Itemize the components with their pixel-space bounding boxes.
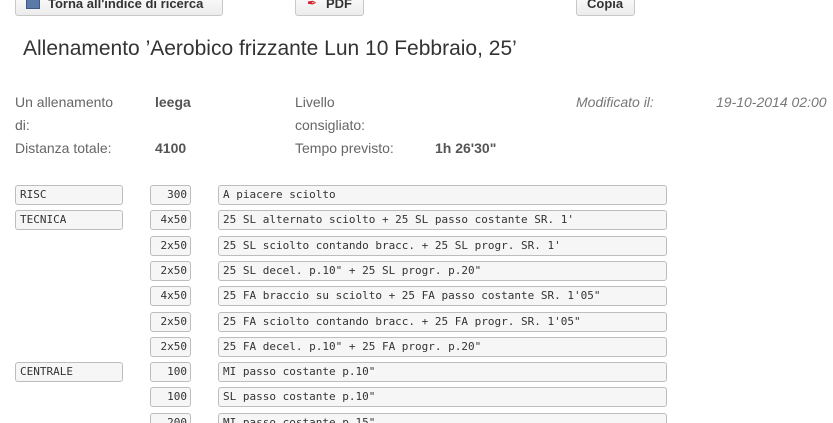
- level-label-line2: consigliato:: [295, 117, 366, 133]
- section-field[interactable]: TECNICA: [15, 210, 123, 230]
- description-field[interactable]: 25 SL decel. p.10" + 25 SL progr. p.20": [218, 261, 667, 281]
- back-to-index-label: Torna all'indice di ricerca: [48, 0, 204, 11]
- author-label-line2: di:: [15, 117, 30, 133]
- pdf-icon: ✒: [306, 0, 318, 10]
- index-icon: [26, 0, 40, 9]
- level-label-line1: Livello: [295, 94, 335, 110]
- distance-field[interactable]: 2x50: [150, 261, 191, 281]
- pdf-button[interactable]: ✒ PDF: [295, 0, 364, 16]
- copy-button[interactable]: Copia: [576, 0, 635, 16]
- description-field[interactable]: A piacere sciolto: [218, 185, 667, 205]
- distance-field[interactable]: 100: [150, 362, 191, 382]
- distance-field[interactable]: 2x50: [150, 236, 191, 256]
- description-field[interactable]: 25 FA decel. p.10" + 25 FA progr. p.20": [218, 337, 667, 357]
- distance-field[interactable]: 4x50: [150, 210, 191, 230]
- distance-field[interactable]: 300: [150, 185, 191, 205]
- workout-page: Torna all'indice di ricerca ✒ PDF Copia …: [0, 0, 833, 423]
- page-title: Allenamento ’Aerobico frizzante Lun 10 F…: [23, 37, 517, 60]
- time-label: Tempo previsto:: [295, 140, 394, 156]
- distance-label: Distanza totale:: [15, 140, 112, 156]
- time-value: 1h 26'30": [435, 140, 497, 156]
- distance-field[interactable]: 4x50: [150, 286, 191, 306]
- pdf-label: PDF: [326, 0, 352, 11]
- description-field[interactable]: 25 FA braccio su sciolto + 25 FA passo c…: [218, 286, 667, 306]
- modified-label: Modificato il:: [576, 94, 654, 110]
- description-field[interactable]: 25 SL sciolto contando bracc. + 25 SL pr…: [218, 236, 667, 256]
- copy-label: Copia: [587, 0, 624, 11]
- description-field[interactable]: MI passo costante p.10": [218, 362, 667, 382]
- description-field[interactable]: MI passo costante p.15": [218, 413, 667, 423]
- author-label-line1: Un allenamento: [15, 94, 114, 110]
- author-value: leega: [155, 94, 191, 110]
- modified-value: 19-10-2014 02:00: [716, 94, 827, 110]
- distance-field[interactable]: 2x50: [150, 312, 191, 332]
- distance-field[interactable]: 2x50: [150, 337, 191, 357]
- back-to-index-button[interactable]: Torna all'indice di ricerca: [15, 0, 223, 16]
- distance-value: 4100: [155, 140, 187, 156]
- description-field[interactable]: SL passo costante p.10": [218, 387, 667, 407]
- distance-field[interactable]: 200: [150, 413, 191, 423]
- description-field[interactable]: 25 SL alternato sciolto + 25 SL passo co…: [218, 210, 667, 230]
- section-field[interactable]: CENTRALE: [15, 362, 123, 382]
- description-field[interactable]: 25 FA sciolto contando bracc. + 25 FA pr…: [218, 312, 667, 332]
- distance-field[interactable]: 100: [150, 387, 191, 407]
- section-field[interactable]: RISC: [15, 185, 123, 205]
